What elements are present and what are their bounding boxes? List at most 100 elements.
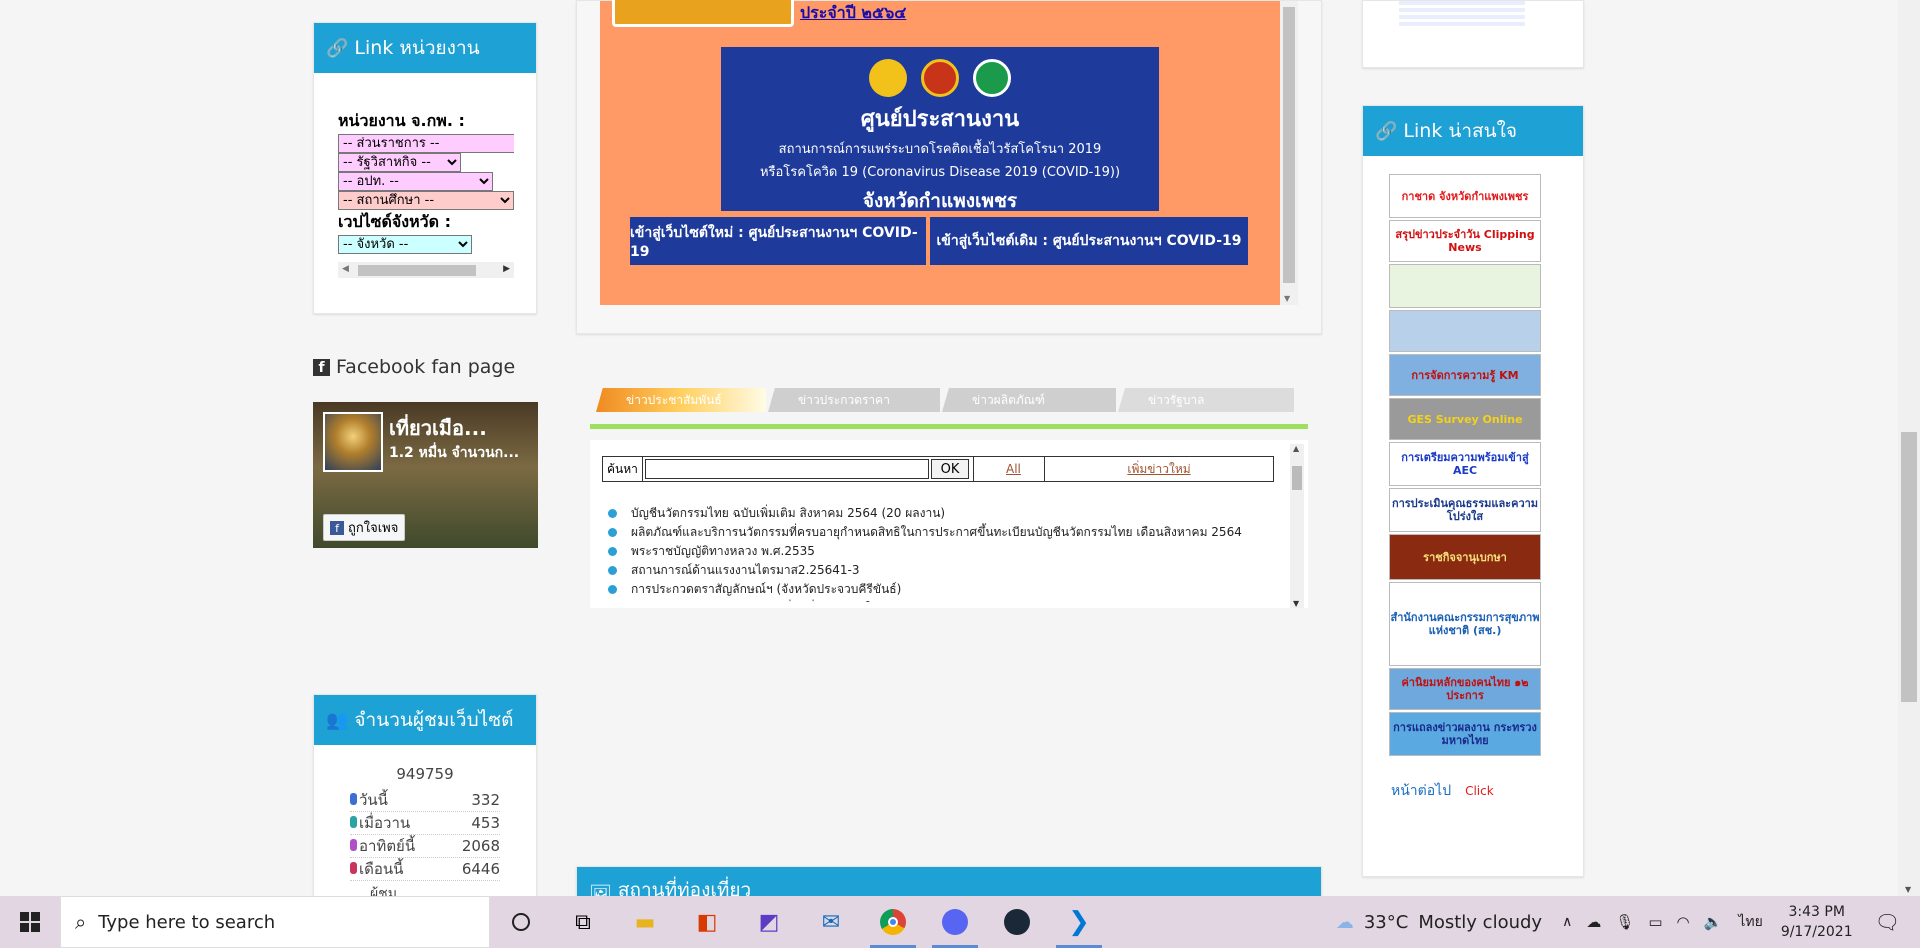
ocsc-logo[interactable] — [612, 0, 794, 27]
local-admin-select[interactable]: -- อปท. -- — [338, 172, 493, 191]
news-item-title[interactable]: พระราชบัญญัติทางหลวง พ.ศ.2535 — [631, 542, 815, 561]
wifi-icon[interactable]: ◠ — [1677, 913, 1690, 931]
health-logo-icon — [973, 59, 1011, 97]
news-frame: ค้นหา OK All เพิ่มข่าวใหม่ บัญชีนวัตกรรม… — [590, 440, 1308, 608]
tab-pr-news[interactable]: ข่าวประชาสัมพันธ์ — [596, 388, 766, 412]
fb-page-avatar[interactable] — [323, 412, 383, 472]
covid-scrollbar[interactable]: ▼ — [1280, 1, 1298, 305]
steam-icon[interactable] — [986, 896, 1048, 948]
covid-new-site-button[interactable]: เข้าสู่เว็บไซต์ใหม่ : ศูนย์ประสานงานฯ CO… — [630, 217, 926, 265]
next-page-label[interactable]: หน้าต่อไป — [1391, 780, 1451, 802]
news-item[interactable]: สถานการณ์ด้านแรงงานไตรมาส2.25641-3 — [608, 561, 1268, 580]
link-banner[interactable]: การจัดการความรู้ KM — [1389, 354, 1541, 396]
news-item[interactable]: บัญชีนวัตกรรมไทย ฉบับเพิ่มเติม สิงหาคม 2… — [608, 504, 1268, 523]
chrome-icon[interactable] — [862, 896, 924, 948]
browser-scroll-thumb[interactable] — [1901, 432, 1917, 702]
stats-table-image[interactable] — [1399, 1, 1525, 29]
file-explorer-icon[interactable]: ▬ — [614, 896, 676, 948]
vscode-icon[interactable]: ❯ — [1048, 896, 1110, 948]
visitor-stat-value: 453 — [471, 814, 500, 832]
tab-gov-news[interactable]: ข่าวรัฐบาล — [1118, 388, 1294, 412]
facebook-widget[interactable]: เที่ยวเมือ... 1.2 หมื่น จำนวนก... f ถูกใ… — [313, 402, 538, 548]
news-item[interactable]: พระราชบัญญัติทางหลวง พ.ศ.2535 — [608, 542, 1268, 561]
link-icon: 🔗 — [1375, 120, 1398, 142]
news-scroll-thumb[interactable] — [1292, 466, 1302, 490]
news-item-title[interactable]: การประกวดตราสัญลักษณ์ฯ (จังหวัดประจวบคีร… — [631, 580, 901, 599]
taskbar-search[interactable]: ⌕ Type here to search — [60, 896, 490, 948]
add-news-link[interactable]: เพิ่มข่าวใหม่ — [1045, 457, 1273, 481]
link-banner[interactable]: สรุปข่าวประจำวัน Clipping News — [1389, 220, 1541, 262]
covid-logos — [721, 59, 1159, 97]
onedrive-icon[interactable]: ☁ — [1586, 913, 1601, 931]
volume-icon[interactable]: 🔈 — [1704, 913, 1723, 931]
fb-page-name[interactable]: เที่ยวเมือ... — [389, 412, 487, 444]
battery-icon[interactable]: ▭ — [1648, 913, 1662, 931]
next-page-click[interactable]: Click — [1465, 784, 1494, 798]
fb-like-button[interactable]: f ถูกใจเพจ — [323, 514, 406, 541]
covid-banner[interactable]: ศูนย์ประสานงาน สถานการณ์การแพร่ระบาดโรคต… — [721, 47, 1159, 212]
visitor-stat-row: วันนี้ 332 — [350, 789, 500, 812]
mail-icon[interactable]: ✉ — [800, 896, 862, 948]
news-item-title[interactable]: สถานการณ์ด้านแรงงานไตรมาส2.25641-3 — [631, 561, 860, 580]
notification-icon[interactable]: 🗨 — [1875, 910, 1900, 934]
link-banner[interactable]: GES Survey Online — [1389, 398, 1541, 440]
link-banner[interactable]: ค่านิยมหลักของคนไทย ๑๒ ประการ — [1389, 668, 1541, 710]
link-banner[interactable] — [1389, 264, 1541, 308]
link-unit-widget: 🔗 Link หน่วยงาน หน่วยงาน จ.กพ. : -- ส่วน… — [313, 22, 537, 314]
gov-agency-select[interactable]: -- ส่วนราชการ -- — [338, 134, 514, 153]
link-banner[interactable] — [1389, 310, 1541, 352]
weather-temp[interactable]: 33°C — [1364, 912, 1408, 933]
clock[interactable]: 3:43 PM 9/17/2021 — [1781, 902, 1853, 942]
users-icon: 👥 — [326, 709, 349, 731]
link-banner[interactable]: การเตรียมความพร้อมเข้าสู่ AEC — [1389, 442, 1541, 486]
news-item[interactable]: ผลิตภัณฑ์และบริการนวัตกรรมที่ครบอายุกำหน… — [608, 523, 1268, 542]
covid-scroll-down-icon[interactable]: ▼ — [1284, 294, 1290, 303]
link-banner[interactable]: การแถลงข่าวผลงาน กระทรวงมหาดไทย — [1389, 712, 1541, 756]
news-item-title[interactable]: ผลิตภัณฑ์และบริการนวัตกรรมที่ครบอายุกำหน… — [631, 523, 1242, 542]
weather-desc[interactable]: Mostly cloudy — [1418, 912, 1542, 933]
news-search-input[interactable] — [645, 459, 929, 479]
browser-scrollbar[interactable]: ▼ — [1898, 0, 1920, 896]
link-banner[interactable]: กาชาด จังหวัดกำแพงเพชร — [1389, 174, 1541, 218]
news-scrollbar[interactable]: ▲ ▼ — [1290, 444, 1304, 608]
news-item-title[interactable]: ประกาศผลการสรรหาเจ้าหน้าที่ฯ (ที่ปรากฏอย… — [631, 599, 981, 602]
news-scroll-up-icon[interactable]: ▲ — [1293, 444, 1299, 453]
news-item[interactable]: การประกวดตราสัญลักษณ์ฯ (จังหวัดประจวบคีร… — [608, 580, 1268, 599]
link-unit-header: 🔗 Link หน่วยงาน — [314, 23, 536, 73]
horizontal-scrollbar[interactable]: ◀ ▶ — [338, 262, 514, 278]
scroll-left-icon[interactable]: ◀ — [342, 264, 349, 274]
language-indicator[interactable]: ไทย — [1738, 911, 1762, 933]
tray-chevron-icon[interactable]: ∧ — [1562, 914, 1572, 930]
clock-date: 9/17/2021 — [1780, 924, 1853, 940]
news-item[interactable]: ประกาศผลการสรรหาเจ้าหน้าที่ฯ (ที่ปรากฏอย… — [608, 599, 1268, 602]
scroll-right-icon[interactable]: ▶ — [503, 264, 510, 274]
province-select[interactable]: -- จังหวัด -- — [338, 235, 472, 254]
covid-scroll-thumb[interactable] — [1283, 7, 1295, 283]
ocsc-year-link[interactable]: ประจำปี ๒๕๖๔ — [800, 1, 906, 26]
powerapps-icon[interactable]: ◩ — [738, 896, 800, 948]
news-scroll-down-icon[interactable]: ▼ — [1293, 599, 1299, 608]
discord-icon[interactable] — [924, 896, 986, 948]
search-all-link[interactable]: All — [973, 457, 1045, 481]
tab-product-news[interactable]: ข่าวผลิตภัณฑ์ — [942, 388, 1116, 412]
weather-cloud-icon[interactable]: ☁ — [1336, 912, 1354, 933]
covid-old-site-button[interactable]: เข้าสู่เว็บไซต์เดิม : ศูนย์ประสานงานฯ CO… — [930, 217, 1248, 265]
office-icon[interactable]: ◧ — [676, 896, 738, 948]
visitor-stat-row: อาทิตย์นี้ 2068 — [350, 835, 500, 858]
link-banner[interactable]: สำนักงานคณะกรรมการสุขภาพแห่งชาติ (สช.) — [1389, 582, 1541, 666]
link-banner[interactable]: การประเมินคุณธรรมและความโปร่งใส — [1389, 488, 1541, 532]
link-banner-text: การเตรียมความพร้อมเข้าสู่ AEC — [1401, 451, 1529, 477]
task-view-icon[interactable]: ⧉ — [552, 896, 614, 948]
start-button[interactable] — [0, 896, 60, 948]
school-select[interactable]: -- สถานศึกษา -- — [338, 191, 514, 210]
search-ok-button[interactable]: OK — [931, 459, 969, 479]
link-banner[interactable]: ราชกิจจานุเบกษา — [1389, 534, 1541, 580]
tourist-widget: 🖼 สถานที่ท่องเที่ยว — [576, 866, 1322, 896]
microphone-icon[interactable]: 🎙 — [1615, 913, 1634, 931]
news-item-title[interactable]: บัญชีนวัตกรรมไทย ฉบับเพิ่มเติม สิงหาคม 2… — [631, 504, 945, 523]
browser-scroll-down-icon[interactable]: ▼ — [1905, 885, 1911, 894]
scroll-thumb[interactable] — [358, 265, 476, 276]
tab-bid-news[interactable]: ข่าวประกวดราคา — [768, 388, 940, 412]
state-enterprise-select[interactable]: -- รัฐวิสาหกิจ -- — [338, 153, 461, 172]
cortana-icon[interactable] — [490, 896, 552, 948]
